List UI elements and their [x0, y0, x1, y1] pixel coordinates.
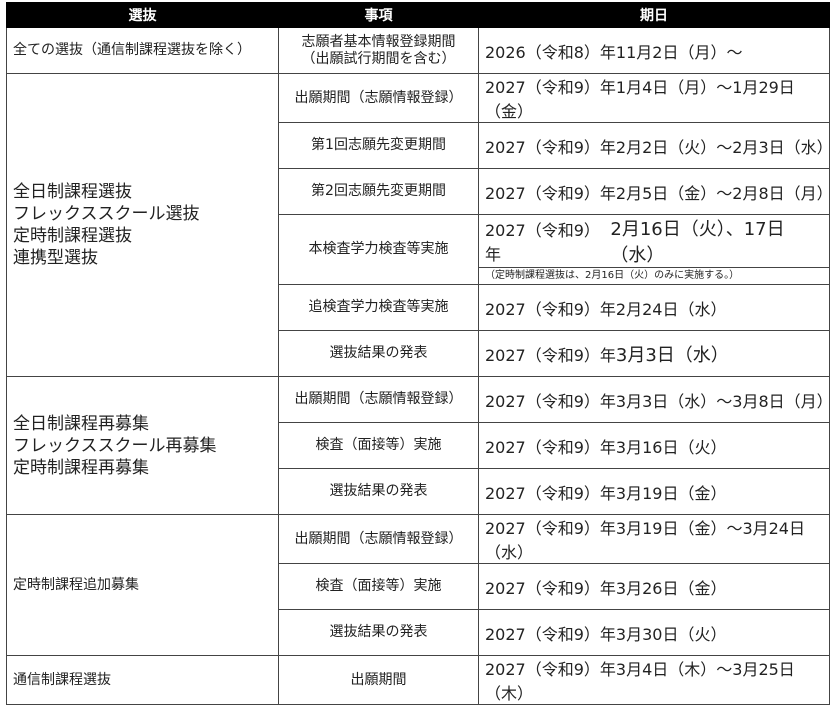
table-row: 全ての選抜（通信制課程選抜を除く） 志願者基本情報登録期間 （出願試行期間を含む… — [6, 27, 830, 74]
date-cell: 2027（令和9）年3月3日（水） — [478, 330, 830, 377]
selection-fulltime: 全日制課程選抜 フレックススクール選抜 定時制課程選抜 連携型選抜 — [6, 73, 279, 377]
table-row: 定時制課程追加募集 出願期間（志願情報登録） 2027（令和9）年3月19日（金… — [6, 514, 830, 656]
item-cell: 選抜結果の発表 — [278, 468, 479, 515]
item-cell: 第1回志願先変更期間 — [278, 122, 479, 169]
header-selection: 選抜 — [6, 2, 279, 28]
selection-additional: 定時制課程追加募集 — [6, 514, 279, 656]
header-row: 選抜 事項 期日 — [6, 2, 830, 28]
date-cell: 2027（令和9）年3月3日（水）～3月8日（月） — [478, 376, 830, 423]
date-cell: 2027（令和9）年3月19日（金） — [478, 468, 830, 515]
date-cell: 2027（令和9）年2月24日（水） — [478, 284, 830, 331]
item-cell: 選抜結果の発表 — [278, 330, 479, 377]
header-item: 事項 — [278, 2, 479, 28]
table-row: 全日制課程選抜 フレックススクール選抜 定時制課程選抜 連携型選抜 出願期間（志… — [6, 73, 830, 377]
date-cell: 2027（令和9）年3月16日（火） — [478, 422, 830, 469]
date-cell: 2027（令和9）年3月26日（金） — [478, 563, 830, 610]
selection-correspondence: 通信制課程選抜 — [6, 655, 279, 705]
selection-all: 全ての選抜（通信制課程選抜を除く） — [6, 27, 279, 74]
date-cell: 2027（令和9）年2月2日（火）～2月3日（水） — [478, 122, 830, 169]
selection-rerecruit: 全日制課程再募集 フレックススクール再募集 定時制課程再募集 — [6, 376, 279, 515]
item-cell: 選抜結果の発表 — [278, 609, 479, 656]
item-cell: 出願期間 — [278, 655, 479, 705]
table-row: 全日制課程再募集 フレックススクール再募集 定時制課程再募集 出願期間（志願情報… — [6, 376, 830, 515]
header-date: 期日 — [478, 2, 830, 28]
item-cell: 検査（面接等）実施 — [278, 563, 479, 610]
date-note: （定時制課程選抜は、2月16日（火）のみに実施する。） — [479, 267, 829, 284]
date-cell: 2026（令和8）年11月2日（月）～ — [478, 27, 830, 74]
item-cell: 本検査学力検査等実施 — [278, 214, 479, 285]
date-cell: 2027（令和9）年1月4日（月）～1月29日（金） — [478, 73, 830, 123]
date-cell: 2027（令和9）年2月5日（金）～2月8日（月） — [478, 168, 830, 215]
date-prefix: 2027（令和9）年 — [485, 221, 600, 264]
date-cell: 2027（令和9）年3月19日（金）～3月24日（水） — [478, 514, 830, 564]
item-cell: 出願期間（志願情報登録） — [278, 376, 479, 423]
item-cell: 第2回志願先変更期間 — [278, 168, 479, 215]
date-cell: 2027（令和9）年3月4日（木）～3月25日（木） — [478, 655, 830, 705]
date-prefix: 2027（令和9）年 — [485, 345, 616, 365]
schedule-table-main: 選抜 事項 期日 全ての選抜（通信制課程選抜を除く） 志願者基本情報登録期間 （… — [6, 2, 830, 377]
date-emphasis: 2月16日（火）、17日（水） — [610, 219, 785, 266]
item-cell: 志願者基本情報登録期間 （出願試行期間を含む） — [278, 27, 479, 74]
date-cell: 2027（令和9）年3月30日（火） — [478, 609, 830, 656]
item-cell: 出願期間（志願情報登録） — [278, 73, 479, 123]
item-cell: 追検査学力検査等実施 — [278, 284, 479, 331]
schedule-table-recruitment: 全日制課程再募集 フレックススクール再募集 定時制課程再募集 出願期間（志願情報… — [6, 376, 830, 705]
date-emphasis: 3月3日（水） — [615, 344, 729, 366]
item-cell: 出願期間（志願情報登録） — [278, 514, 479, 564]
item-cell: 検査（面接等）実施 — [278, 422, 479, 469]
date-cell: 2027（令和9）年 2月16日（火）、17日（水） （定時制課程選抜は、2月16… — [478, 214, 830, 285]
table-row: 通信制課程選抜 出願期間 2027（令和9）年3月4日（木）～3月25日（木） — [6, 655, 830, 705]
